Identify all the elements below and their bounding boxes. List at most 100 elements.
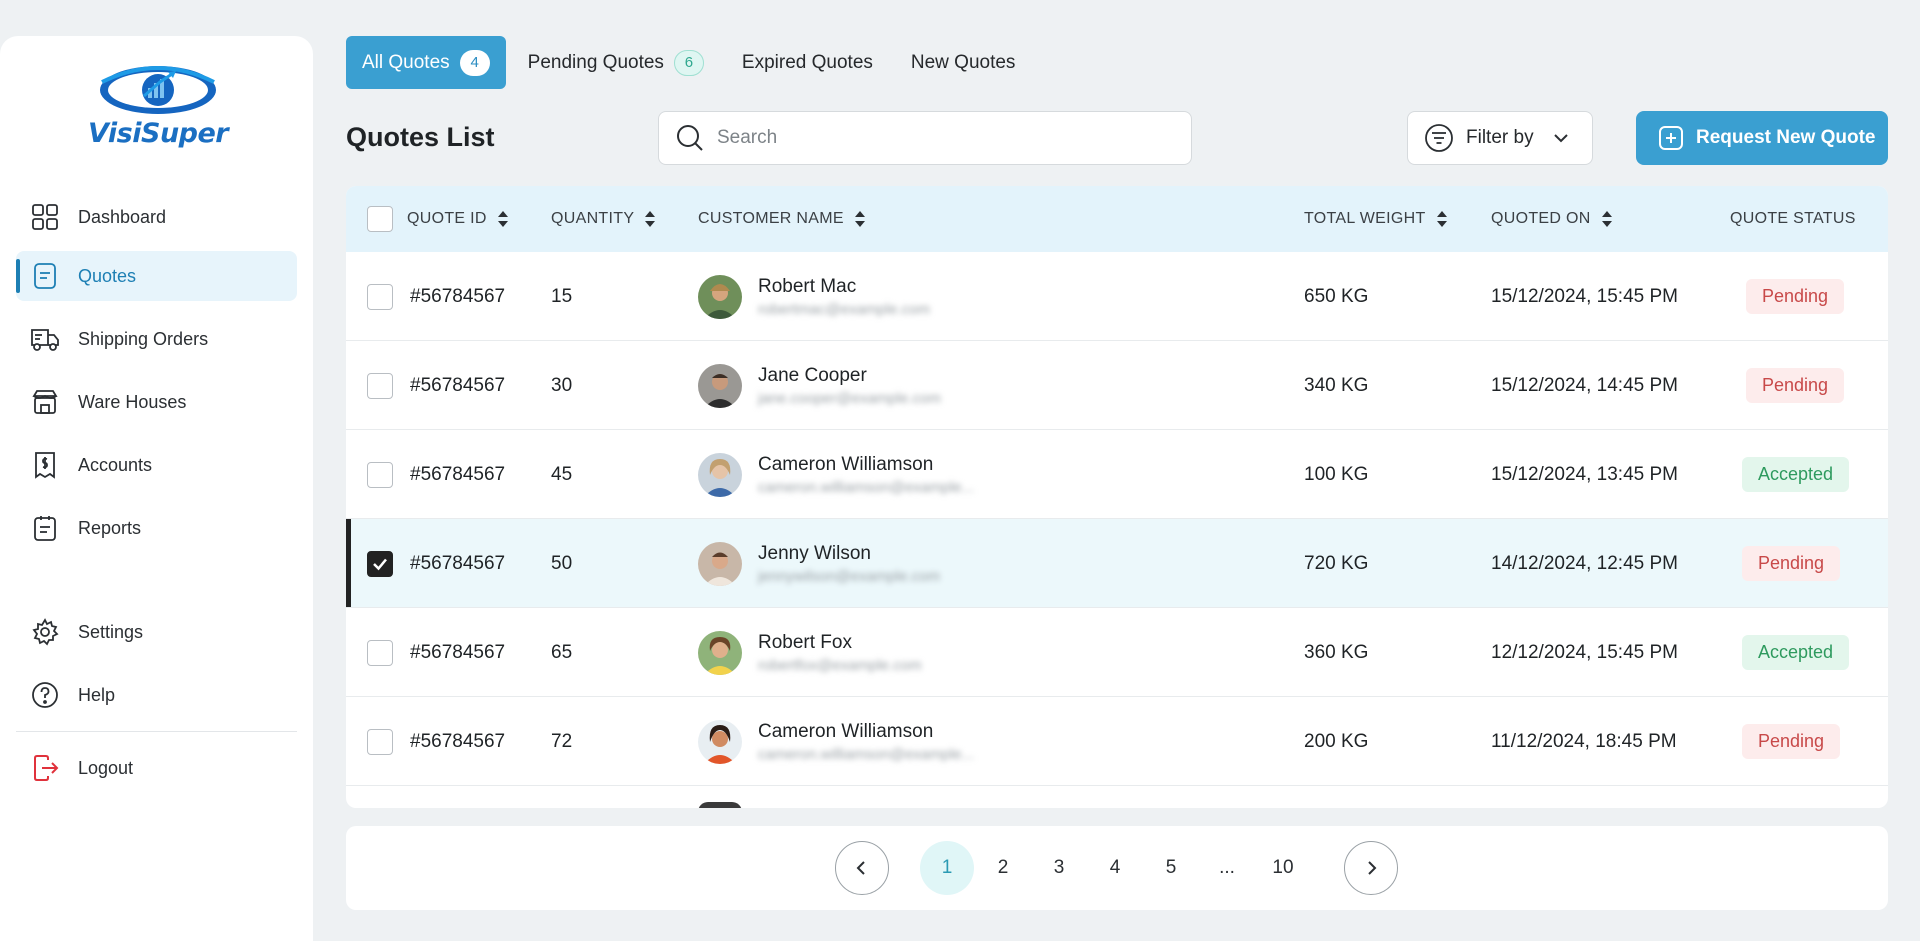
- tab-all-quotes[interactable]: All Quotes 4: [346, 36, 506, 89]
- table-row[interactable]: #56784567 45 Cameron Williamson cameron.…: [346, 430, 1888, 519]
- row-checkbox[interactable]: [367, 283, 393, 310]
- sidebar-item-shipping-orders[interactable]: Shipping Orders: [16, 314, 297, 364]
- sort-icon: [1436, 211, 1447, 227]
- filter-icon: [1424, 123, 1454, 153]
- pagination: 1 2 3 4 5 ... 10: [346, 826, 1888, 910]
- tab-label: Expired Quotes: [741, 51, 873, 73]
- table-header: QUOTE ID QUANTITY CUSTOMER NAME TOTAL WE…: [346, 186, 1888, 252]
- total-weight: 720 KG: [1304, 552, 1369, 574]
- quantity: 65: [551, 641, 573, 663]
- column-label: CUSTOMER NAME: [698, 210, 844, 227]
- avatar: [698, 274, 742, 319]
- column-header-quote-id[interactable]: QUOTE ID: [407, 186, 509, 252]
- warehouse-icon: [30, 387, 60, 417]
- column-header-total-weight[interactable]: TOTAL WEIGHT: [1304, 186, 1448, 252]
- tab-expired-quotes[interactable]: Expired Quotes: [726, 36, 889, 89]
- customer-email: robertmac@example.com: [758, 300, 930, 318]
- customer-cell: Jane Cooper jane.cooper@example.com: [698, 341, 941, 430]
- table-row[interactable]: #56784567 30 Jane Cooper jane.cooper@exa…: [346, 341, 1888, 430]
- sort-icon: [1601, 211, 1612, 227]
- brand-logo[interactable]: VisiSuper: [88, 60, 229, 156]
- sidebar-item-ware-houses[interactable]: Ware Houses: [16, 377, 297, 427]
- sort-icon: [854, 211, 865, 227]
- avatar: [698, 802, 742, 808]
- request-new-quote-button[interactable]: Request New Quote: [1636, 111, 1888, 165]
- column-header-customer-name[interactable]: CUSTOMER NAME: [698, 186, 866, 252]
- column-header-quoted-on[interactable]: QUOTED ON: [1491, 186, 1613, 252]
- sidebar-item-dashboard[interactable]: Dashboard: [16, 192, 297, 242]
- next-page-button[interactable]: [1344, 841, 1398, 895]
- tab-new-quotes[interactable]: New Quotes: [895, 36, 1032, 89]
- status-badge: Pending: [1746, 279, 1845, 314]
- request-button-label: Request New Quote: [1696, 127, 1876, 148]
- prev-page-button[interactable]: [835, 841, 889, 895]
- avatar: [698, 452, 742, 497]
- page-number[interactable]: 10: [1256, 841, 1310, 895]
- quote-id: #56784567: [410, 552, 506, 574]
- count-badge: 6: [673, 49, 704, 76]
- quoted-on: 11/12/2024, 18:45 PM: [1491, 730, 1677, 752]
- sidebar-item-help[interactable]: Help: [16, 670, 297, 720]
- avatar: [698, 630, 742, 675]
- customer-cell: Cameron Williamson cameron.williamson@ex…: [698, 430, 974, 519]
- customer-name: Cameron Williamson: [758, 453, 934, 475]
- quantity: 72: [551, 730, 573, 752]
- row-checkbox[interactable]: [367, 372, 393, 399]
- tab-pending-quotes[interactable]: Pending Quotes 6: [512, 36, 720, 89]
- row-checkbox[interactable]: [367, 461, 393, 488]
- row-checkbox[interactable]: [367, 550, 393, 577]
- page-number[interactable]: 2: [976, 841, 1030, 895]
- sidebar-item-settings[interactable]: Settings: [16, 607, 297, 657]
- column-header-quantity[interactable]: QUANTITY: [551, 186, 656, 252]
- grid-icon: [30, 202, 60, 232]
- sidebar-item-logout[interactable]: Logout: [16, 743, 297, 793]
- report-icon: [30, 513, 60, 543]
- customer-name: Robert Mac: [758, 275, 857, 297]
- table-row[interactable]: #56784567 50 Jenny Wilson jennywilson@ex…: [346, 519, 1888, 608]
- column-label: QUOTE STATUS: [1730, 210, 1856, 227]
- customer-email: cameron.williamson@example...: [758, 478, 975, 496]
- column-label: TOTAL WEIGHT: [1304, 210, 1426, 227]
- logout-icon: [30, 753, 60, 783]
- quoted-on: 14/12/2024, 12:45 PM: [1491, 552, 1678, 574]
- status-badge: Pending: [1742, 724, 1841, 759]
- sidebar-item-label: Ware Houses: [78, 391, 187, 412]
- sidebar-item-label: Accounts: [78, 454, 153, 475]
- column-header-quote-status: QUOTE STATUS: [1730, 186, 1856, 252]
- quoted-on: 12/12/2024, 15:45 PM: [1491, 641, 1678, 663]
- sidebar-item-label: Reports: [78, 517, 142, 538]
- page-number[interactable]: 1: [920, 841, 974, 895]
- help-icon: [30, 680, 60, 710]
- avatar: [698, 719, 742, 764]
- search-box[interactable]: [658, 111, 1192, 165]
- table-row[interactable]: #56784567 65 Robert Fox robertfox@exampl…: [346, 608, 1888, 697]
- row-checkbox[interactable]: [367, 728, 393, 755]
- total-weight: 200 KG: [1304, 730, 1369, 752]
- search-input[interactable]: [717, 127, 1177, 149]
- page-number[interactable]: 5: [1144, 841, 1198, 895]
- brand-name: VisiSuper: [88, 118, 229, 149]
- gear-icon: [30, 617, 60, 647]
- quantity: 50: [551, 552, 573, 574]
- quoted-on: 15/12/2024, 13:45 PM: [1491, 463, 1678, 485]
- page-ellipsis: ...: [1219, 857, 1235, 878]
- avatar: [698, 541, 742, 586]
- sidebar-item-accounts[interactable]: Accounts: [16, 440, 297, 490]
- sidebar-item-reports[interactable]: Reports: [16, 503, 297, 553]
- chevron-left-icon: [856, 861, 865, 875]
- page-title: Quotes List: [346, 122, 495, 152]
- filter-dropdown[interactable]: Filter by: [1407, 111, 1593, 165]
- page-number[interactable]: 4: [1088, 841, 1142, 895]
- table-row[interactable]: #56784567 72 Cameron Williamson cameron.…: [346, 697, 1888, 786]
- quote-id: #56784567: [410, 463, 506, 485]
- row-checkbox[interactable]: [367, 639, 393, 666]
- select-all-checkbox[interactable]: [367, 206, 393, 232]
- document-icon: [30, 261, 60, 291]
- customer-email: jennywilson@example.com: [758, 567, 940, 585]
- page-number[interactable]: 3: [1032, 841, 1086, 895]
- quoted-on: 15/12/2024, 15:45 PM: [1491, 285, 1678, 307]
- table-row[interactable]: #56784567 15 Robert Mac robertmac@exampl…: [346, 252, 1888, 341]
- sidebar-item-quotes[interactable]: Quotes: [16, 251, 297, 301]
- customer-name: Jenny Wilson: [758, 542, 871, 564]
- plus-square-icon: [1658, 125, 1684, 151]
